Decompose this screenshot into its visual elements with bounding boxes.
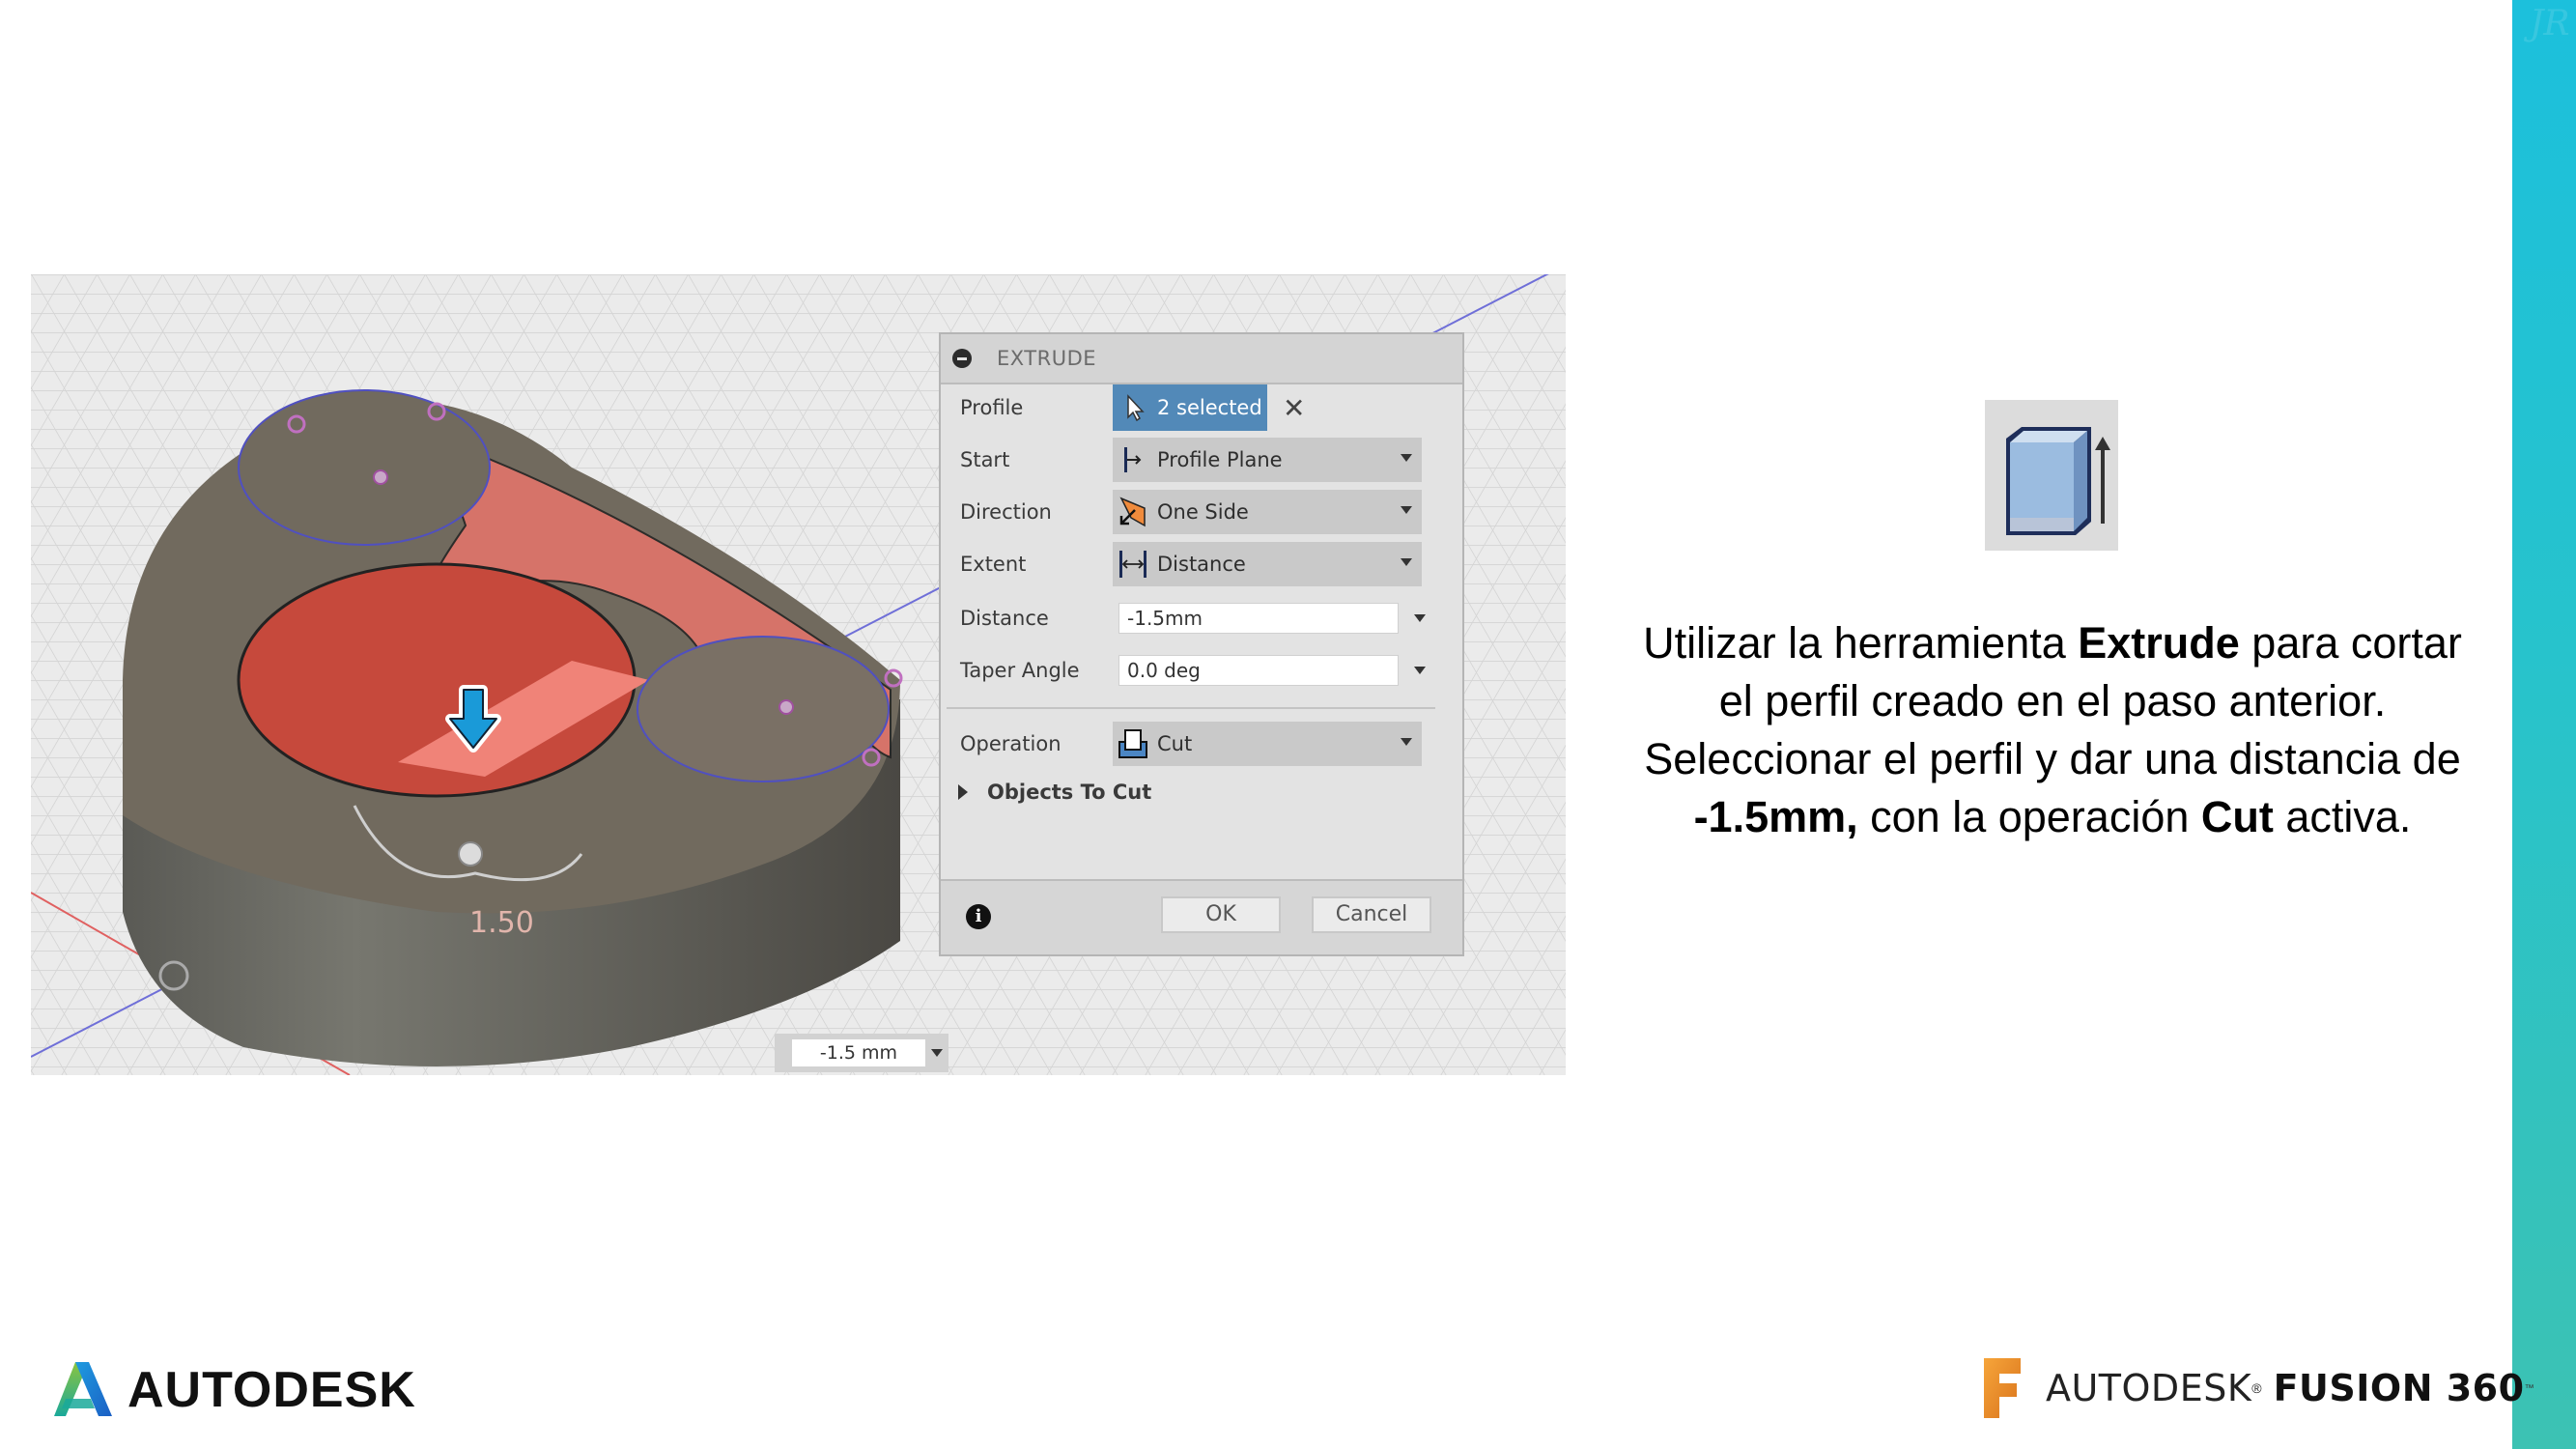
start-value: Profile Plane <box>1157 448 1283 471</box>
fusion-brand-text: AUTODESK <box>2046 1367 2252 1409</box>
one-side-icon <box>1117 496 1149 528</box>
taper-handle[interactable] <box>458 841 483 867</box>
sketch-circle-left <box>238 389 491 546</box>
autodesk-wordmark: AUTODESK <box>127 1362 416 1418</box>
direction-dropdown[interactable]: One Side <box>1113 490 1422 534</box>
objects-to-cut-group[interactable]: Objects To Cut <box>958 781 1151 804</box>
taper-row: Taper Angle 0.0 deg <box>941 647 1462 694</box>
sketch-circle-right <box>637 636 890 782</box>
chevron-down-icon[interactable] <box>931 1049 943 1057</box>
profile-row: Profile 2 selected ✕ <box>941 384 1462 431</box>
instruction-text: Utilizar la herramienta Extrude para cor… <box>1642 614 2463 846</box>
instruction-text-part: Utilizar la herramienta <box>1643 618 2079 668</box>
extrude-dialog: EXTRUDE Profile 2 selected ✕ Start Profi… <box>939 332 1464 956</box>
extent-label: Extent <box>960 553 1027 576</box>
dialog-divider <box>947 707 1435 709</box>
chevron-down-icon[interactable] <box>1414 614 1426 622</box>
operation-value: Cut <box>1157 732 1193 755</box>
instruction-emphasis-distance: -1.5mm, <box>1693 792 1858 841</box>
chevron-down-icon <box>1401 454 1412 462</box>
start-dropdown[interactable]: Profile Plane <box>1113 438 1422 482</box>
profile-label: Profile <box>960 396 1024 419</box>
extent-row: Extent Distance <box>941 541 1462 587</box>
collapse-icon[interactable] <box>952 349 972 368</box>
direction-value: One Side <box>1157 500 1249 524</box>
taper-angle-input[interactable]: 0.0 deg <box>1118 655 1399 686</box>
extent-dropdown[interactable]: Distance <box>1113 542 1422 586</box>
chevron-down-icon[interactable] <box>1414 667 1426 674</box>
extrude-icon <box>1985 400 2118 551</box>
sketch-point <box>778 699 794 715</box>
sketch-point <box>373 469 388 485</box>
distance-row: Distance -1.5mm <box>941 595 1462 641</box>
instruction-emphasis-cut: Cut <box>2200 792 2274 841</box>
dialog-header: EXTRUDE <box>941 334 1462 384</box>
objects-to-cut-label: Objects To Cut <box>987 781 1152 804</box>
direction-label: Direction <box>960 500 1052 524</box>
trademark-mark: ™ <box>2524 1382 2534 1394</box>
distance-manipulator-box[interactable]: -1.5 mm <box>775 1034 948 1072</box>
operation-dropdown[interactable]: Cut <box>1113 722 1422 766</box>
instruction-text-part: activa. <box>2273 792 2412 841</box>
operation-label: Operation <box>960 732 1062 755</box>
autodesk-logo: AUTODESK <box>52 1360 416 1420</box>
distance-manipulator-input[interactable]: -1.5 mm <box>792 1039 925 1066</box>
start-label: Start <box>960 448 1010 471</box>
clear-selection-icon[interactable]: ✕ <box>1283 392 1305 424</box>
accent-sidebar: JR <box>2512 0 2576 1449</box>
ok-button[interactable]: OK <box>1161 896 1281 933</box>
chevron-down-icon <box>1401 738 1412 746</box>
info-icon[interactable]: i <box>966 904 991 929</box>
instruction-emphasis-extrude: Extrude <box>2078 618 2240 668</box>
instruction-text-part: con la operación <box>1857 792 2201 841</box>
taper-angle-label: Taper Angle <box>960 659 1080 682</box>
registered-mark: ® <box>2251 1380 2262 1396</box>
extent-value: Distance <box>1157 553 1246 576</box>
dimension-label: 1.50 <box>469 906 534 940</box>
start-row: Start Profile Plane <box>941 437 1462 483</box>
distance-label: Distance <box>960 607 1049 630</box>
fusion-f-icon <box>1984 1358 2021 1418</box>
operation-row: Operation Cut <box>941 721 1462 767</box>
distance-extent-icon <box>1117 548 1149 581</box>
autodesk-a-icon <box>54 1362 112 1416</box>
chevron-down-icon <box>1401 506 1412 514</box>
watermark: JR <box>2530 4 2570 43</box>
dialog-footer: i OK Cancel <box>941 879 1462 954</box>
distance-input[interactable]: -1.5mm <box>1118 603 1399 634</box>
cursor-arrow-icon <box>1127 394 1145 422</box>
fusion-product-text: FUSION 360 <box>2273 1367 2525 1409</box>
dialog-title: EXTRUDE <box>997 347 1097 370</box>
fusion-360-logo: AUTODESK ® FUSION 360 ™ <box>1980 1354 2534 1422</box>
direction-row: Direction One Side <box>941 489 1462 535</box>
profile-plane-icon <box>1117 443 1149 476</box>
expand-triangle-icon[interactable] <box>958 784 968 800</box>
chevron-down-icon <box>1401 558 1412 566</box>
profile-selection-count: 2 selected <box>1157 396 1262 419</box>
profile-selection-button[interactable]: 2 selected <box>1113 384 1267 431</box>
cut-operation-icon <box>1117 727 1149 760</box>
cancel-button[interactable]: Cancel <box>1312 896 1431 933</box>
instruction-text-part: Seleccionar el perfil y dar una distanci… <box>1644 734 2461 783</box>
